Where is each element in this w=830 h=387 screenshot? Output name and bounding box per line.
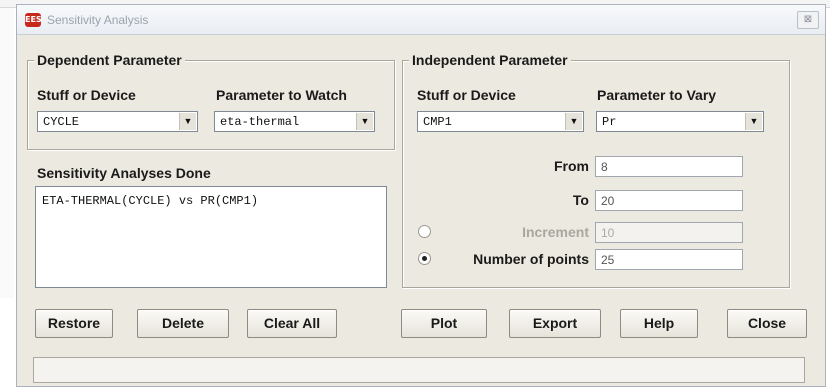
number-of-points-value: 25: [601, 253, 615, 267]
chevron-down-icon[interactable]: ▼: [745, 113, 762, 130]
dependent-parameter-group: Dependent Parameter: [27, 52, 395, 150]
from-input[interactable]: 8: [595, 156, 743, 177]
number-of-points-label: Number of points: [473, 251, 589, 267]
independent-stuff-value: CMP1: [423, 115, 452, 129]
from-label: From: [554, 158, 589, 174]
number-of-points-input[interactable]: 25: [595, 249, 743, 270]
to-label: To: [572, 192, 589, 208]
sensitivity-analysis-dialog: EES Sensitivity Analysis ⊠ Dependent Par…: [16, 4, 826, 387]
increment-radio[interactable]: [418, 225, 431, 238]
independent-stuff-label: Stuff or Device: [417, 87, 516, 103]
dependent-parameter-title: Dependent Parameter: [34, 52, 185, 68]
close-icon[interactable]: ⊠: [797, 11, 819, 29]
chevron-down-icon[interactable]: ▼: [179, 113, 196, 130]
plot-button[interactable]: Plot: [401, 309, 487, 338]
increment-value: 10: [601, 226, 615, 240]
to-input[interactable]: 20: [595, 190, 743, 211]
chevron-down-icon[interactable]: ▼: [565, 113, 582, 130]
list-item[interactable]: ETA-THERMAL(CYCLE) vs PR(CMP1): [42, 194, 258, 208]
window-title: Sensitivity Analysis: [47, 13, 149, 27]
dependent-stuff-label: Stuff or Device: [37, 87, 136, 103]
restore-button[interactable]: Restore: [35, 309, 113, 338]
independent-stuff-dropdown[interactable]: CMP1 ▼: [417, 111, 584, 132]
clear-all-button[interactable]: Clear All: [247, 309, 337, 338]
to-value: 20: [601, 194, 615, 208]
increment-input: 10: [595, 222, 743, 243]
number-of-points-radio[interactable]: [418, 252, 431, 265]
status-bar: [33, 357, 805, 383]
analyses-done-list[interactable]: ETA-THERMAL(CYCLE) vs PR(CMP1): [35, 186, 387, 288]
increment-label: Increment: [522, 224, 589, 240]
delete-button[interactable]: Delete: [137, 309, 229, 338]
background-app-sidebar: [0, 8, 14, 298]
vary-parameter-label: Parameter to Vary: [597, 87, 717, 103]
close-button[interactable]: Close: [727, 309, 807, 338]
vary-parameter-dropdown[interactable]: Pr ▼: [596, 111, 764, 132]
watch-parameter-label: Parameter to Watch: [216, 87, 347, 103]
watch-parameter-value: eta-thermal: [220, 115, 300, 129]
from-value: 8: [601, 160, 608, 174]
vary-parameter-value: Pr: [602, 115, 617, 129]
export-button[interactable]: Export: [509, 309, 601, 338]
watch-parameter-dropdown[interactable]: eta-thermal ▼: [214, 111, 375, 132]
dependent-stuff-value: CYCLE: [43, 115, 80, 129]
independent-parameter-title: Independent Parameter: [409, 52, 571, 68]
help-button[interactable]: Help: [620, 309, 698, 338]
app-icon: EES: [25, 13, 42, 27]
analyses-done-label: Sensitivity Analyses Done: [37, 165, 211, 181]
chevron-down-icon[interactable]: ▼: [356, 113, 373, 130]
title-bar[interactable]: EES Sensitivity Analysis ⊠: [17, 5, 825, 35]
dependent-stuff-dropdown[interactable]: CYCLE ▼: [37, 111, 198, 132]
